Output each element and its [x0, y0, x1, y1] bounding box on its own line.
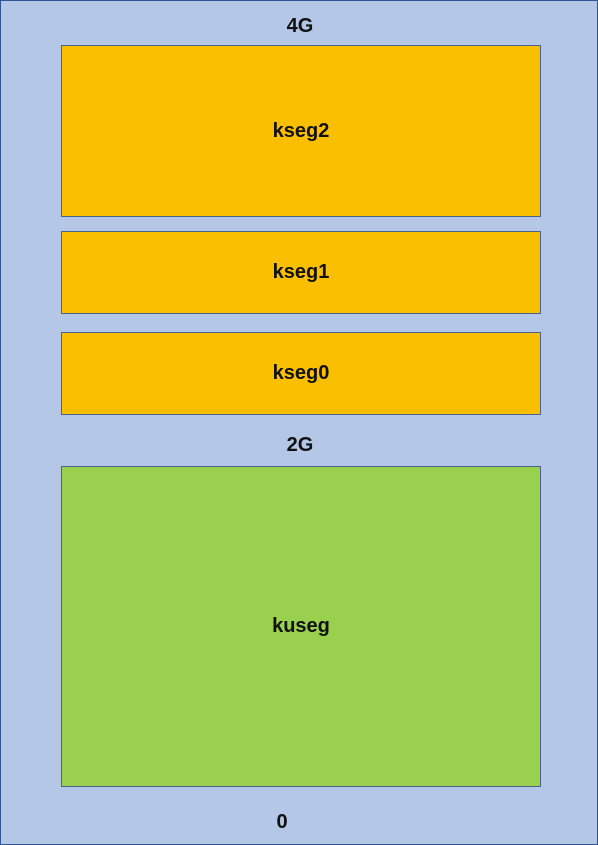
segment-kseg2: kseg2 [61, 45, 541, 217]
segment-kuseg: kuseg [61, 466, 541, 787]
address-label-2g: 2G [286, 434, 314, 456]
address-label-4g: 4G [286, 15, 314, 37]
segment-kseg1: kseg1 [61, 231, 541, 314]
segment-kseg2-label: kseg2 [272, 119, 330, 142]
memory-map-diagram: 4G kseg2 kseg1 kseg0 2G kuseg 0 [0, 0, 598, 845]
address-label-0: 0 [276, 811, 288, 833]
segment-kseg0-label: kseg0 [272, 362, 330, 384]
segment-kuseg-label: kuseg [272, 615, 330, 637]
segment-kseg0: kseg0 [61, 332, 541, 415]
segment-kseg1-label: kseg1 [272, 261, 330, 283]
